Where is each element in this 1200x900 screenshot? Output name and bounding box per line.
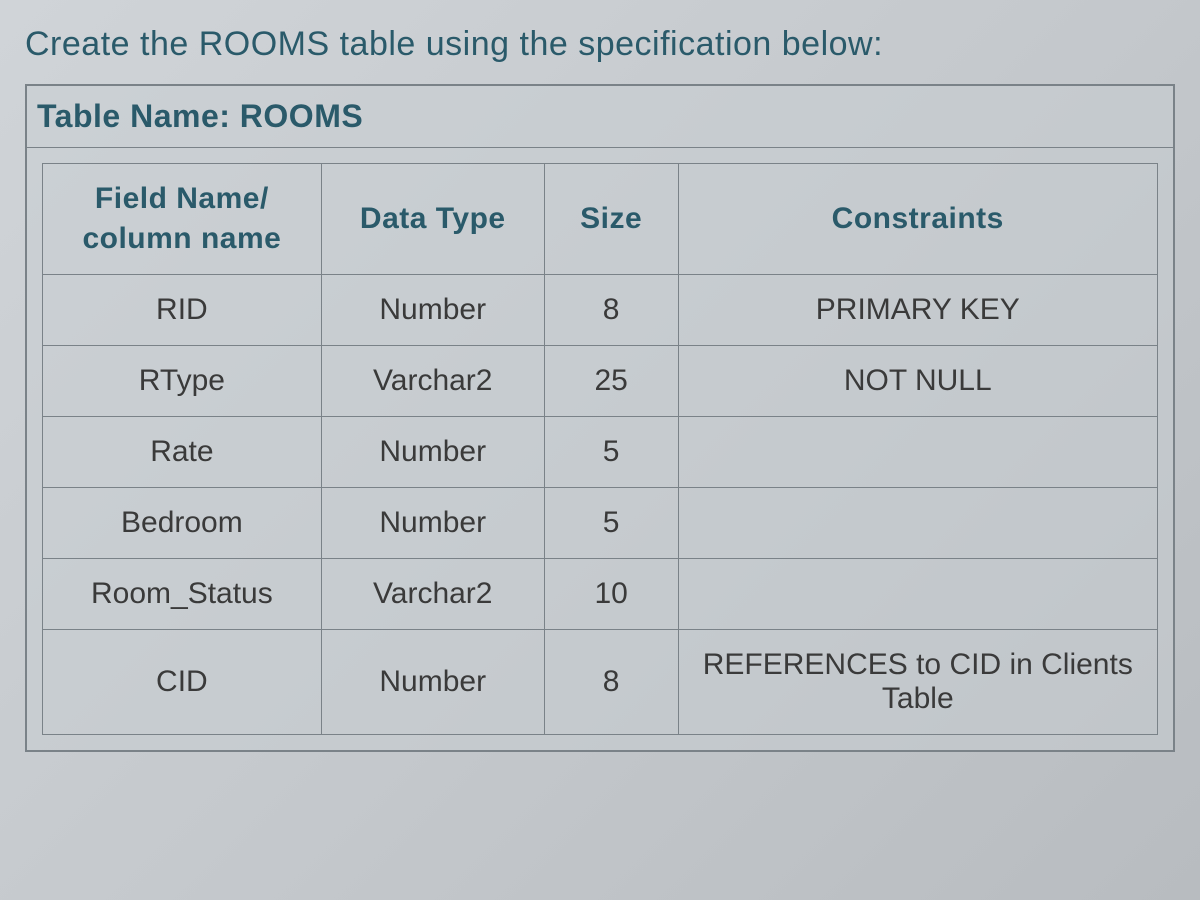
header-field-name-line2: column name — [55, 222, 309, 256]
cell-field: Rate — [43, 417, 322, 488]
cell-size: 8 — [544, 630, 678, 735]
cell-field: CID — [43, 630, 322, 735]
table-name-label: Table Name: ROOMS — [26, 85, 1174, 148]
cell-field: Bedroom — [43, 488, 322, 559]
cell-type: Varchar2 — [321, 346, 544, 417]
cell-size: 5 — [544, 488, 678, 559]
table-row: Bedroom Number 5 — [43, 488, 1158, 559]
header-constraints: Constraints — [678, 164, 1157, 275]
instruction-text: Create the ROOMS table using the specifi… — [25, 25, 1175, 64]
cell-constraints: NOT NULL — [678, 346, 1157, 417]
cell-type: Number — [321, 488, 544, 559]
spec-table: Field Name/ column name Data Type Size C… — [42, 163, 1158, 735]
table-row: RType Varchar2 25 NOT NULL — [43, 346, 1158, 417]
cell-type: Number — [321, 630, 544, 735]
header-field-name-line1: Field Name/ — [95, 182, 269, 215]
outer-table: Table Name: ROOMS Field Name/ column nam… — [25, 84, 1175, 752]
cell-constraints — [678, 417, 1157, 488]
cell-size: 10 — [544, 559, 678, 630]
cell-size: 8 — [544, 275, 678, 346]
cell-field: Room_Status — [43, 559, 322, 630]
cell-field: RType — [43, 346, 322, 417]
cell-field: RID — [43, 275, 322, 346]
header-row: Field Name/ column name Data Type Size C… — [43, 164, 1158, 275]
cell-type: Number — [321, 275, 544, 346]
cell-size: 5 — [544, 417, 678, 488]
cell-constraints: PRIMARY KEY — [678, 275, 1157, 346]
table-row: CID Number 8 REFERENCES to CID in Client… — [43, 630, 1158, 735]
cell-constraints: REFERENCES to CID in Clients Table — [678, 630, 1157, 735]
table-row: Room_Status Varchar2 10 — [43, 559, 1158, 630]
header-field-name: Field Name/ column name — [43, 164, 322, 275]
header-data-type: Data Type — [321, 164, 544, 275]
cell-size: 25 — [544, 346, 678, 417]
header-size: Size — [544, 164, 678, 275]
table-row: Rate Number 5 — [43, 417, 1158, 488]
cell-constraints — [678, 488, 1157, 559]
cell-type: Number — [321, 417, 544, 488]
table-row: RID Number 8 PRIMARY KEY — [43, 275, 1158, 346]
cell-type: Varchar2 — [321, 559, 544, 630]
cell-constraints — [678, 559, 1157, 630]
